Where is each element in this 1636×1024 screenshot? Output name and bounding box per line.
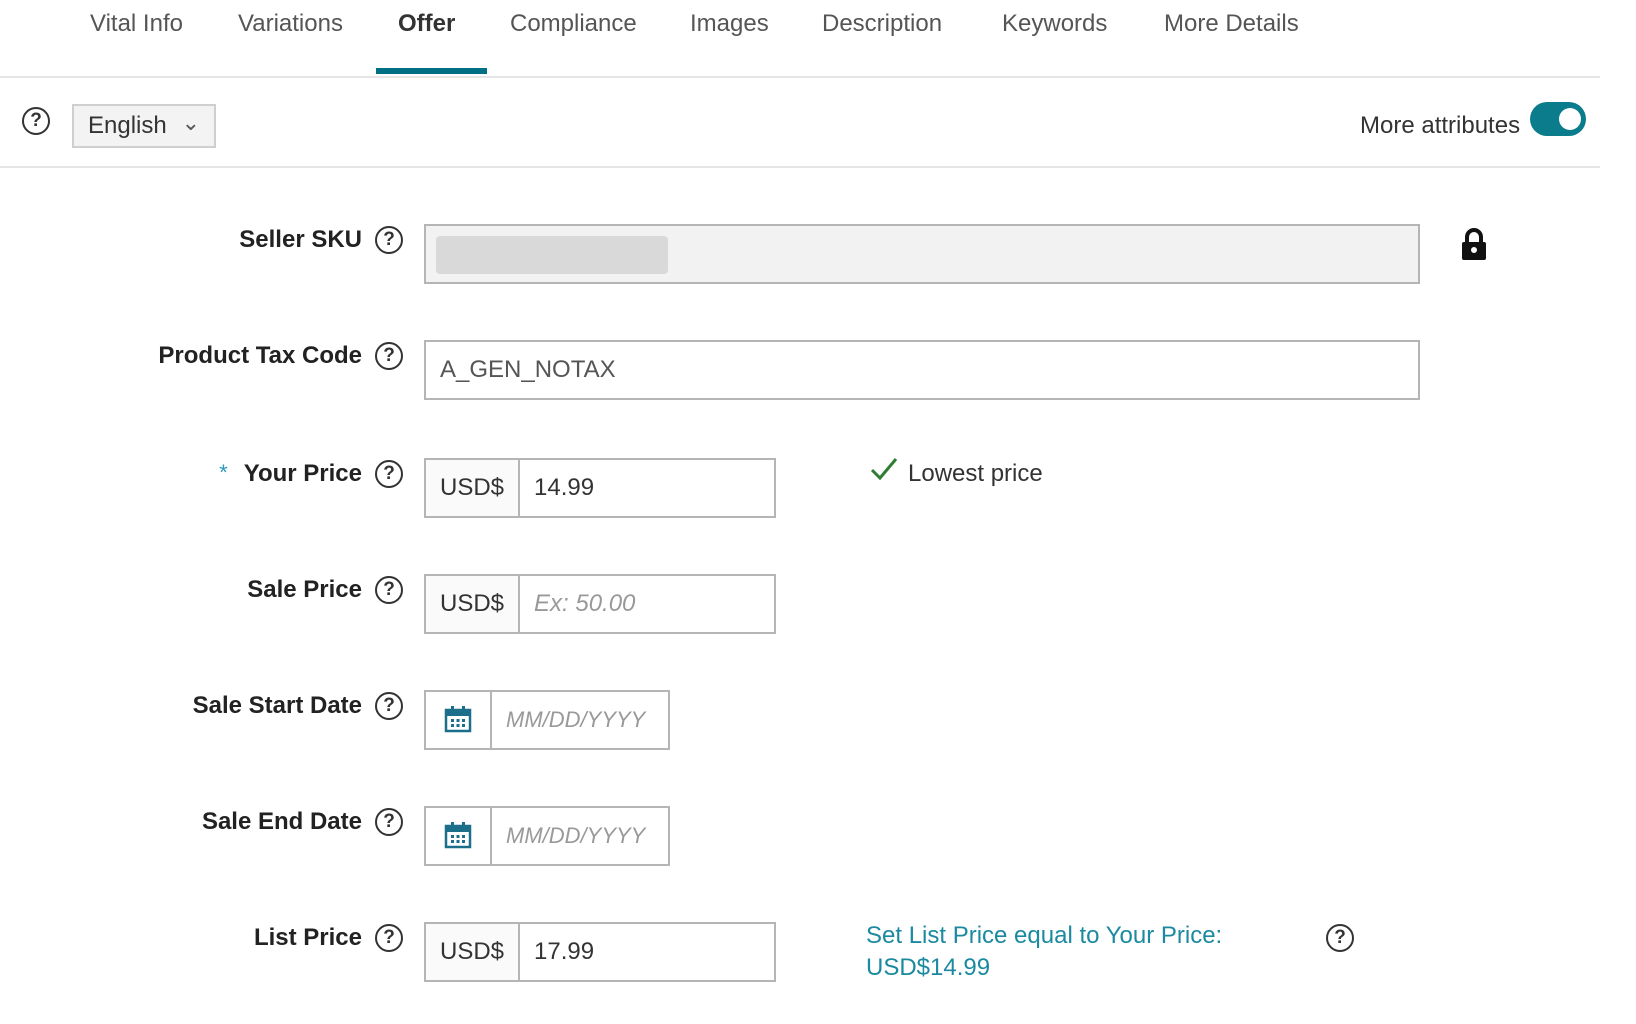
your-price-label-text: Your Price [243, 460, 362, 487]
redacted-sku-value [436, 236, 668, 274]
chevron-down-icon: ⌄ [181, 110, 200, 135]
calendar-button[interactable] [426, 692, 492, 748]
calendar-icon [444, 706, 472, 733]
help-icon[interactable]: ? [22, 107, 50, 135]
set-list-price-link[interactable]: Set List Price equal to Your Price: USD$… [866, 920, 1222, 984]
sale-price-field[interactable]: USD$ Ex: 50.00 [424, 574, 776, 634]
lowest-price-indicator: Lowest price [870, 458, 1043, 488]
set-list-price-help-icon[interactable]: ? [1326, 924, 1354, 952]
tab-images[interactable]: Images [690, 10, 769, 38]
tax-code-label: Product Tax Code [158, 342, 362, 369]
toggle-knob [1559, 108, 1581, 130]
currency-label: USD$ [426, 924, 520, 980]
tab-compliance[interactable]: Compliance [510, 10, 637, 38]
sale-start-date-help-icon[interactable]: ? [375, 692, 403, 720]
toolbar: ? English ⌄ More attributes [0, 78, 1600, 168]
sale-end-date-label: Sale End Date [201, 808, 362, 835]
check-icon [870, 458, 898, 481]
lowest-price-text: Lowest price [908, 460, 1043, 487]
your-price-value: 14.99 [534, 474, 595, 501]
list-price-label: List Price [253, 924, 362, 951]
sale-price-help-icon[interactable]: ? [375, 576, 403, 604]
more-attributes-toggle[interactable] [1530, 102, 1586, 136]
calendar-button[interactable] [426, 808, 492, 864]
tab-vital-info[interactable]: Vital Info [90, 10, 183, 38]
set-list-price-line2: USD$14.99 [866, 954, 991, 981]
sale-start-date-placeholder: MM/DD/YYYY [506, 707, 646, 732]
tax-code-value: A_GEN_NOTAX [440, 356, 616, 383]
your-price-label: * Your Price [219, 460, 362, 488]
sale-price-placeholder: Ex: 50.00 [534, 590, 636, 617]
seller-sku-field [424, 224, 1420, 284]
lock-icon [1462, 228, 1486, 260]
tab-keywords[interactable]: Keywords [1002, 10, 1107, 38]
required-marker: * [219, 460, 228, 485]
sale-end-date-help-icon[interactable]: ? [375, 808, 403, 836]
sale-start-date-field[interactable]: MM/DD/YYYY [424, 690, 670, 750]
tab-bar: Vital Info Variations Offer Compliance I… [0, 0, 1600, 78]
more-attributes-label: More attributes [1360, 112, 1521, 139]
tab-more-details[interactable]: More Details [1164, 10, 1299, 38]
sale-price-label: Sale Price [247, 576, 362, 603]
set-list-price-line1: Set List Price equal to Your Price: [866, 922, 1223, 949]
sale-end-date-placeholder: MM/DD/YYYY [506, 823, 646, 848]
list-price-field[interactable]: USD$ 17.99 [424, 922, 776, 982]
language-value: English [88, 112, 167, 139]
seller-sku-help-icon[interactable]: ? [375, 226, 403, 254]
language-select[interactable]: English ⌄ [72, 104, 216, 148]
currency-label: USD$ [426, 460, 520, 516]
tax-code-field[interactable]: A_GEN_NOTAX [424, 340, 1420, 400]
tax-code-help-icon[interactable]: ? [375, 342, 403, 370]
calendar-icon [444, 822, 472, 849]
seller-sku-label: Seller SKU [239, 226, 362, 253]
your-price-field[interactable]: USD$ 14.99 [424, 458, 776, 518]
list-price-value: 17.99 [534, 938, 595, 965]
sale-start-date-label: Sale Start Date [192, 692, 362, 719]
currency-label: USD$ [426, 576, 520, 632]
active-tab-indicator [376, 68, 487, 74]
tab-offer[interactable]: Offer [398, 10, 455, 38]
sale-end-date-field[interactable]: MM/DD/YYYY [424, 806, 670, 866]
list-price-help-icon[interactable]: ? [375, 924, 403, 952]
tab-variations[interactable]: Variations [238, 10, 343, 38]
your-price-help-icon[interactable]: ? [375, 460, 403, 488]
tab-description[interactable]: Description [822, 10, 942, 38]
